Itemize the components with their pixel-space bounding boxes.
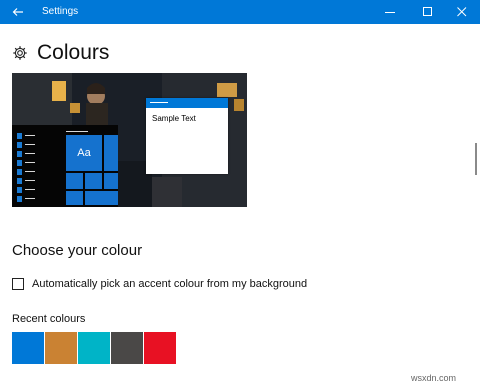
start-menu-header-line bbox=[66, 131, 88, 132]
auto-pick-accent-checkbox[interactable] bbox=[12, 278, 24, 290]
start-menu-preview: Aa bbox=[12, 125, 118, 207]
sample-window-titlebar bbox=[146, 98, 228, 108]
preview-tile bbox=[85, 191, 118, 205]
minimize-icon bbox=[384, 12, 395, 13]
preview-tile bbox=[104, 173, 118, 189]
start-menu-icon bbox=[17, 151, 22, 157]
scrollbar-thumb[interactable] bbox=[475, 143, 477, 175]
start-menu-line bbox=[25, 189, 35, 190]
window-title: Settings bbox=[42, 6, 79, 17]
colour-swatch-blue[interactable] bbox=[12, 332, 44, 364]
maximize-button[interactable] bbox=[412, 0, 443, 24]
sample-window-preview: Sample Text bbox=[146, 98, 228, 174]
close-icon bbox=[456, 7, 466, 17]
preview-tile bbox=[66, 173, 83, 189]
start-menu-line bbox=[25, 162, 35, 163]
start-menu-icon bbox=[17, 133, 22, 139]
colour-swatch-dark-grey[interactable] bbox=[111, 332, 143, 364]
minimize-button[interactable] bbox=[374, 0, 405, 24]
section-heading-choose-colour: Choose your colour bbox=[12, 242, 143, 259]
start-menu-line bbox=[25, 135, 35, 136]
colour-swatch-orange[interactable] bbox=[45, 332, 77, 364]
recent-colours-label: Recent colours bbox=[12, 313, 86, 325]
start-menu-line bbox=[25, 198, 35, 199]
title-bar: Settings bbox=[0, 0, 480, 24]
colour-swatch-red[interactable] bbox=[144, 332, 176, 364]
start-menu-line bbox=[25, 180, 35, 181]
gear-icon bbox=[13, 46, 27, 60]
start-menu-icon bbox=[17, 196, 22, 202]
start-menu-icon bbox=[17, 142, 22, 148]
recent-colours-swatches bbox=[12, 332, 177, 364]
watermark: wsxdn.com bbox=[411, 373, 457, 383]
page-title: Colours bbox=[37, 41, 110, 64]
start-menu-icon bbox=[17, 187, 22, 193]
start-menu-line bbox=[25, 153, 35, 154]
preview-tile-aa: Aa bbox=[66, 135, 102, 171]
close-button[interactable] bbox=[446, 0, 477, 24]
start-menu-line bbox=[25, 171, 35, 172]
back-button[interactable] bbox=[0, 0, 36, 24]
page-header: Colours bbox=[12, 40, 109, 66]
preview-tile bbox=[104, 135, 118, 171]
maximize-icon bbox=[422, 7, 432, 16]
auto-pick-accent-checkbox-row[interactable]: Automatically pick an accent colour from… bbox=[12, 278, 307, 290]
preview-tile bbox=[66, 191, 83, 205]
theme-preview: Aa Sample Text bbox=[12, 73, 247, 207]
back-arrow-icon bbox=[12, 8, 23, 16]
start-menu-line bbox=[25, 144, 35, 145]
start-menu-icon bbox=[17, 169, 22, 175]
sample-text: Sample Text bbox=[152, 114, 196, 123]
start-menu-icon bbox=[17, 160, 22, 166]
auto-pick-accent-label[interactable]: Automatically pick an accent colour from… bbox=[32, 278, 307, 290]
colour-swatch-teal[interactable] bbox=[78, 332, 110, 364]
start-menu-icon bbox=[17, 178, 22, 184]
preview-tile bbox=[85, 173, 102, 189]
